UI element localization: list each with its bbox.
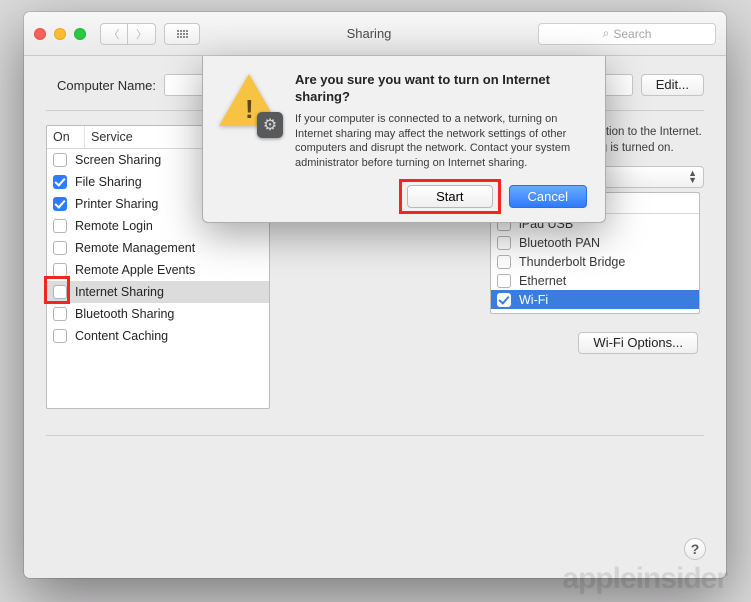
gear-icon <box>257 112 283 138</box>
cancel-button[interactable]: Cancel <box>509 185 587 208</box>
back-button[interactable]: 〈 <box>100 23 128 45</box>
service-row-remote-management[interactable]: Remote Management <box>47 237 269 259</box>
window-titlebar: 〈 〉 Sharing ⌕ Search <box>24 12 726 56</box>
service-label: File Sharing <box>75 175 142 189</box>
computer-name-label: Computer Name: <box>46 78 156 93</box>
help-icon: ? <box>691 541 700 557</box>
service-label: Remote Management <box>75 241 195 255</box>
checkbox-icon[interactable] <box>497 255 511 269</box>
help-button[interactable]: ? <box>684 538 706 560</box>
port-row-ethernet[interactable]: Ethernet <box>491 271 699 290</box>
dialog-body: Are you sure you want to turn on Interne… <box>295 72 587 208</box>
dialog-buttons: Start Cancel <box>295 185 587 208</box>
dialog-heading: Are you sure you want to turn on Interne… <box>295 72 587 106</box>
warning-icon: ! <box>217 72 281 136</box>
checkbox-icon[interactable] <box>53 219 67 233</box>
service-row-bluetooth-sharing[interactable]: Bluetooth Sharing <box>47 303 269 325</box>
service-label: Screen Sharing <box>75 153 161 167</box>
checkbox-icon[interactable] <box>53 241 67 255</box>
port-label: Ethernet <box>519 274 566 288</box>
checkbox-icon[interactable] <box>53 263 67 277</box>
service-label: Bluetooth Sharing <box>75 307 174 321</box>
watermark: appleinsider <box>562 562 727 596</box>
checkbox-icon[interactable] <box>53 329 67 343</box>
checkbox-icon[interactable] <box>53 307 67 321</box>
service-label: Remote Apple Events <box>75 263 195 277</box>
start-button[interactable]: Start <box>407 185 492 208</box>
edit-button[interactable]: Edit... <box>641 74 704 96</box>
wifi-options-button[interactable]: Wi-Fi Options... <box>578 332 698 354</box>
dialog-text: If your computer is connected to a netwo… <box>295 112 587 171</box>
search-placeholder: Search <box>613 27 651 41</box>
checkbox-icon[interactable] <box>497 236 511 250</box>
chevron-up-down-icon: ▲▼ <box>688 170 697 184</box>
window-title: Sharing <box>208 26 530 41</box>
services-header-on: On <box>47 126 85 148</box>
window-controls <box>34 28 86 40</box>
checkbox-icon[interactable] <box>53 175 67 189</box>
search-icon: ⌕ <box>603 26 610 41</box>
close-icon[interactable] <box>34 28 46 40</box>
show-all-button[interactable] <box>164 23 200 45</box>
service-label: Internet Sharing <box>75 285 164 299</box>
port-label: Thunderbolt Bridge <box>519 255 625 269</box>
forward-button[interactable]: 〉 <box>128 23 156 45</box>
service-label: Content Caching <box>75 329 168 343</box>
port-label: Wi-Fi <box>519 293 548 307</box>
sharing-preferences-window: 〈 〉 Sharing ⌕ Search Computer Name: Edit… <box>24 12 726 578</box>
nav-back-forward: 〈 〉 <box>100 23 156 45</box>
checkbox-icon[interactable] <box>53 153 67 167</box>
checkbox-icon[interactable] <box>497 293 511 307</box>
zoom-icon[interactable] <box>74 28 86 40</box>
checkbox-icon[interactable] <box>497 274 511 288</box>
minimize-icon[interactable] <box>54 28 66 40</box>
service-row-internet-sharing[interactable]: Internet Sharing <box>47 281 269 303</box>
grid-icon <box>177 30 188 38</box>
service-row-content-caching[interactable]: Content Caching <box>47 325 269 347</box>
port-row-wifi[interactable]: Wi-Fi <box>491 290 699 309</box>
port-row-bluetooth-pan[interactable]: Bluetooth PAN <box>491 233 699 252</box>
highlight-annotation <box>399 179 500 214</box>
service-label: Remote Login <box>75 219 153 233</box>
services-header-service: Service <box>85 126 139 148</box>
divider <box>46 435 704 436</box>
confirm-dialog: ! Are you sure you want to turn on Inter… <box>202 56 606 223</box>
service-row-remote-apple-events[interactable]: Remote Apple Events <box>47 259 269 281</box>
port-row-thunderbolt-bridge[interactable]: Thunderbolt Bridge <box>491 252 699 271</box>
service-label: Printer Sharing <box>75 197 158 211</box>
port-label: Bluetooth PAN <box>519 236 600 250</box>
checkbox-icon[interactable] <box>53 197 67 211</box>
checkbox-icon[interactable] <box>53 285 67 299</box>
wifi-options-row: Wi-Fi Options... <box>292 332 704 354</box>
search-input[interactable]: ⌕ Search <box>538 23 716 45</box>
